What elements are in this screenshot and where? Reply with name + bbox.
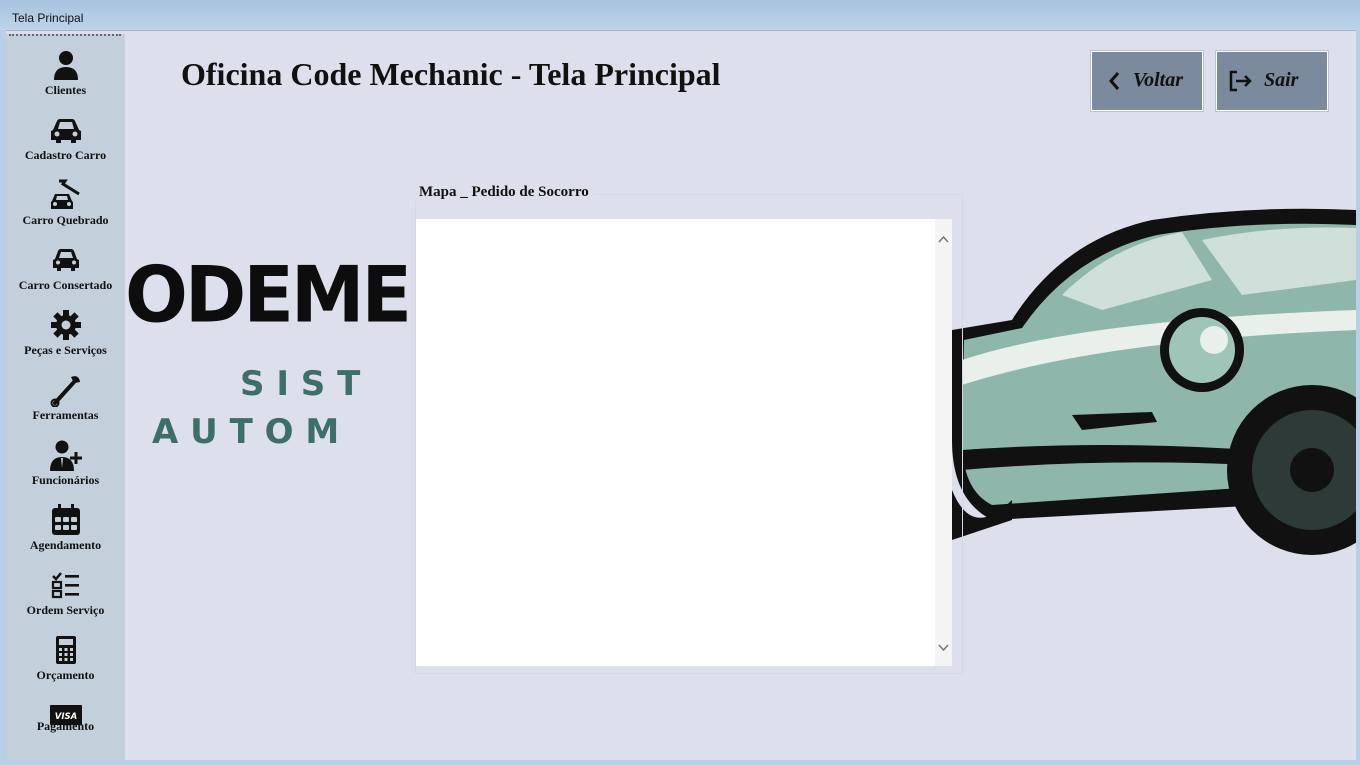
sidebar-item-ferramentas[interactable]: Ferramentas bbox=[6, 371, 125, 433]
exit-button-label: Sair bbox=[1264, 69, 1299, 91]
background-car-illustration bbox=[952, 200, 1356, 560]
gear-icon bbox=[6, 308, 125, 342]
car-wrench-icon bbox=[6, 178, 125, 212]
sidebar-item-label: Funcionários bbox=[31, 473, 100, 487]
background-logo-subtitle-1: S I S T bbox=[240, 364, 361, 404]
sidebar-item-clientes[interactable]: Clientes bbox=[6, 46, 125, 108]
background-logo-subtitle-2: A U T O M bbox=[152, 412, 340, 452]
sidebar-item-label: Pagamento bbox=[36, 719, 95, 733]
sidebar-grip bbox=[9, 34, 121, 36]
sidebar-item-agendamento[interactable]: Agendamento bbox=[6, 501, 125, 563]
map-view[interactable] bbox=[416, 219, 952, 666]
scroll-down-icon[interactable] bbox=[938, 644, 949, 652]
sidebar-item-pagamento[interactable]: VISA Pagamento bbox=[6, 696, 125, 758]
sidebar-item-carro-quebrado[interactable]: Carro Quebrado bbox=[6, 176, 125, 238]
sidebar-item-label: Carro Consertado bbox=[18, 278, 113, 292]
sidebar: Clientes Cadastro Carro Carro Quebrado C… bbox=[6, 34, 125, 760]
calculator-icon bbox=[6, 633, 125, 667]
person-icon bbox=[6, 48, 125, 82]
window-frame-bottom bbox=[0, 760, 1360, 765]
map-scrollbar[interactable] bbox=[935, 219, 952, 666]
sidebar-item-label: Ferramentas bbox=[32, 408, 99, 422]
sidebar-item-carro-consertado[interactable]: Carro Consertado bbox=[6, 241, 125, 303]
checklist-icon bbox=[6, 568, 125, 602]
main-area: Oficina Code Mechanic - Tela Principal V… bbox=[125, 30, 1356, 760]
scroll-up-icon[interactable] bbox=[938, 235, 949, 243]
page-title: Oficina Code Mechanic - Tela Principal bbox=[181, 56, 721, 92]
sidebar-item-funcionarios[interactable]: Funcionários bbox=[6, 436, 125, 498]
window-frame-right bbox=[1356, 30, 1360, 765]
car-icon bbox=[6, 113, 125, 147]
map-panel-title: Mapa _ Pedido de Socorro bbox=[415, 184, 593, 201]
back-button[interactable]: Voltar bbox=[1090, 50, 1204, 112]
sidebar-item-orcamento[interactable]: Orçamento bbox=[6, 631, 125, 693]
sidebar-item-label: Ordem Serviço bbox=[26, 603, 105, 617]
sidebar-item-cadastro-carro[interactable]: Cadastro Carro bbox=[6, 111, 125, 173]
sidebar-item-label: Peças e Serviços bbox=[24, 343, 107, 357]
window-titlebar: Tela Principal bbox=[0, 0, 1360, 31]
sidebar-item-label: Agendamento bbox=[29, 538, 102, 552]
exit-button[interactable]: Sair bbox=[1215, 50, 1329, 112]
sidebar-item-ordem-servico[interactable]: Ordem Serviço bbox=[6, 566, 125, 628]
background-logo-text: ODEME bbox=[125, 249, 412, 341]
sidebar-item-label: Carro Quebrado bbox=[22, 213, 109, 227]
employee-add-icon bbox=[6, 438, 125, 472]
car-icon bbox=[6, 243, 125, 277]
sidebar-item-pecas-servicos[interactable]: Peças e Serviços bbox=[6, 306, 125, 368]
calendar-icon bbox=[6, 503, 125, 537]
wrench-icon bbox=[6, 373, 125, 407]
window-title: Tela Principal bbox=[12, 11, 84, 25]
sidebar-item-label: Clientes bbox=[44, 83, 87, 97]
logout-icon bbox=[1228, 69, 1254, 93]
chevron-left-icon bbox=[1103, 69, 1129, 93]
back-button-label: Voltar bbox=[1133, 69, 1184, 91]
sidebar-item-label: Orçamento bbox=[36, 668, 95, 682]
sidebar-item-label: Cadastro Carro bbox=[24, 148, 107, 162]
